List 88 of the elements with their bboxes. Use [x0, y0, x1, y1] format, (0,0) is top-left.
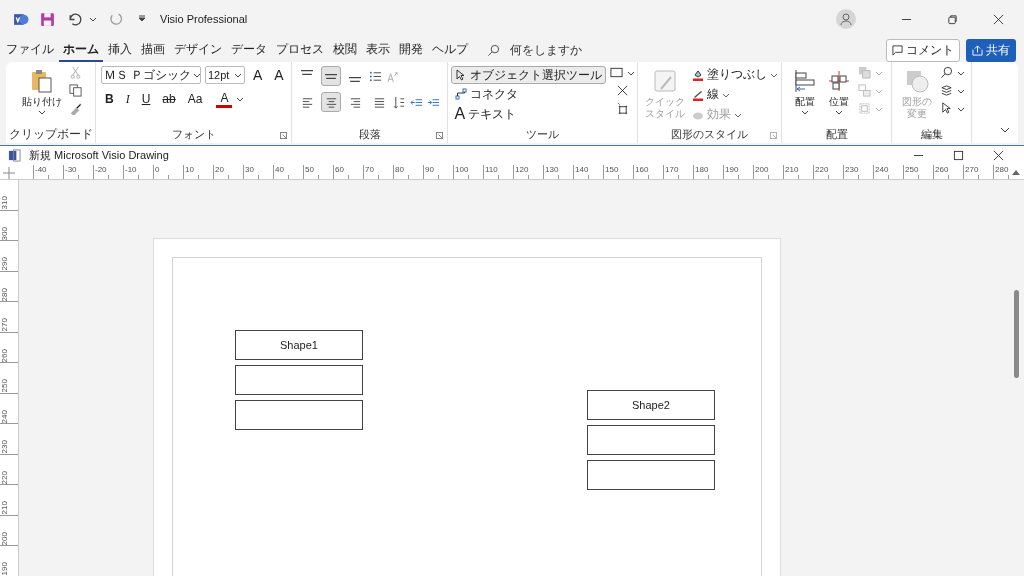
ruler-label: 190	[724, 165, 740, 174]
font-style-button[interactable]: ab	[158, 90, 180, 108]
ruler-label: 300	[0, 225, 9, 240]
font-style-button[interactable]: B	[101, 90, 118, 108]
menu-tab[interactable]: プロセス	[272, 38, 328, 62]
share-button[interactable]: 共有	[966, 38, 1016, 62]
ruler-label: 190	[0, 561, 9, 576]
menu-tab[interactable]: 描画	[137, 38, 169, 62]
ruler-label: 150	[604, 165, 620, 174]
shape-style-button[interactable]: 塗りつぶし	[692, 66, 778, 83]
menu-tab[interactable]: 挿入	[104, 38, 136, 62]
menu-tab[interactable]: 表示	[362, 38, 394, 62]
ruler-label: 270	[964, 165, 980, 174]
group-label: クリップボード	[9, 128, 92, 141]
group-label: 編集	[919, 128, 944, 141]
ruler-label: 20	[214, 165, 225, 174]
ruler-label: 240	[874, 165, 890, 174]
font-color-button[interactable]: A	[216, 90, 233, 108]
ruler-label: 100	[454, 165, 470, 174]
font-size-dropdown[interactable]: 12pt	[205, 66, 245, 84]
comment-button[interactable]: コメント	[886, 38, 960, 62]
shape-box[interactable]: Shape1	[235, 330, 363, 360]
font-style-button[interactable]: Aa	[183, 90, 207, 108]
ruler-label: 290	[0, 256, 9, 271]
menu-tab[interactable]: デザイン	[170, 38, 226, 62]
ruler-label: 120	[514, 165, 530, 174]
group-label: 図形のスタイル	[670, 128, 749, 141]
font-style-button[interactable]: U	[137, 90, 155, 108]
tool-button[interactable]: A テキスト	[450, 104, 521, 123]
search-field[interactable]: 何をしますか	[508, 42, 612, 58]
ruler-label: -30	[64, 165, 78, 174]
font-style-button[interactable]: I	[121, 90, 134, 108]
ruler-label: 140	[574, 165, 590, 174]
ruler-label: 260	[0, 347, 9, 362]
ruler-label: 40	[274, 165, 285, 174]
ruler-label: 250	[904, 165, 920, 174]
ruler-label: 250	[0, 378, 9, 393]
menu-tab[interactable]: ヘルプ	[428, 38, 472, 62]
ruler-label: 240	[0, 408, 9, 423]
ruler-label: 230	[844, 165, 860, 174]
ruler-label: 200	[754, 165, 770, 174]
group-label: フォント	[170, 128, 217, 141]
arrange-button[interactable]: 配置	[790, 66, 820, 118]
ruler-label: 160	[634, 165, 650, 174]
ruler-label: 180	[694, 165, 710, 174]
ruler-label: 220	[0, 469, 9, 484]
shrink-font-button[interactable]: A	[270, 66, 288, 84]
tool-button[interactable]: オブジェクト選択ツール	[450, 66, 606, 84]
ruler-label: 60	[334, 165, 345, 174]
ruler-label: 0	[154, 165, 161, 174]
ruler-label: -20	[94, 165, 108, 174]
ruler-label: 80	[394, 165, 405, 174]
ruler-label: -10	[124, 165, 138, 174]
ruler-label: 210	[784, 165, 800, 174]
document-title: 新規 Microsoft Visio Drawing	[29, 148, 169, 163]
menu-tab[interactable]: データ	[227, 38, 271, 62]
tool-button[interactable]: コネクタ	[450, 85, 522, 103]
ruler-label: 200	[0, 530, 9, 545]
ruler-label: 280	[0, 286, 9, 301]
ruler-label: 130	[544, 165, 560, 174]
ruler-label: 10	[184, 165, 195, 174]
ruler-label: 50	[304, 165, 315, 174]
ruler-label: 280	[994, 165, 1010, 174]
arrange-button[interactable]: 位置	[824, 66, 854, 118]
group-label: 配置	[824, 128, 849, 141]
ruler-label: -40	[34, 165, 48, 174]
font-name-dropdown[interactable]: ＭＳ Ｐゴシック	[101, 66, 201, 84]
paste-button[interactable]: 貼り付け	[19, 66, 65, 118]
ruler-label: 210	[0, 500, 9, 515]
shape-box[interactable]: Shape2	[587, 390, 715, 420]
ruler-label: 220	[814, 165, 830, 174]
ruler-label: 110	[484, 165, 499, 174]
menu-tab[interactable]: 校閲	[329, 38, 361, 62]
group-label: 段落	[357, 128, 382, 141]
ruler-label: 30	[244, 165, 255, 174]
ruler-label: 260	[934, 165, 950, 174]
ruler-label: 70	[364, 165, 375, 174]
menu-tab[interactable]: ファイル	[2, 38, 58, 62]
menu-tab[interactable]: 開発	[395, 38, 427, 62]
ruler-label: 170	[664, 165, 680, 174]
ruler-label: 310	[0, 195, 9, 210]
grow-font-button[interactable]: A	[249, 66, 267, 84]
ruler-label: 230	[0, 439, 9, 454]
group-label: ツール	[525, 128, 560, 141]
shape-style-button[interactable]: 線	[692, 86, 730, 103]
ruler-label: 90	[424, 165, 435, 174]
app-title: Visio Professional	[160, 13, 248, 25]
ruler-label: 270	[0, 317, 9, 332]
